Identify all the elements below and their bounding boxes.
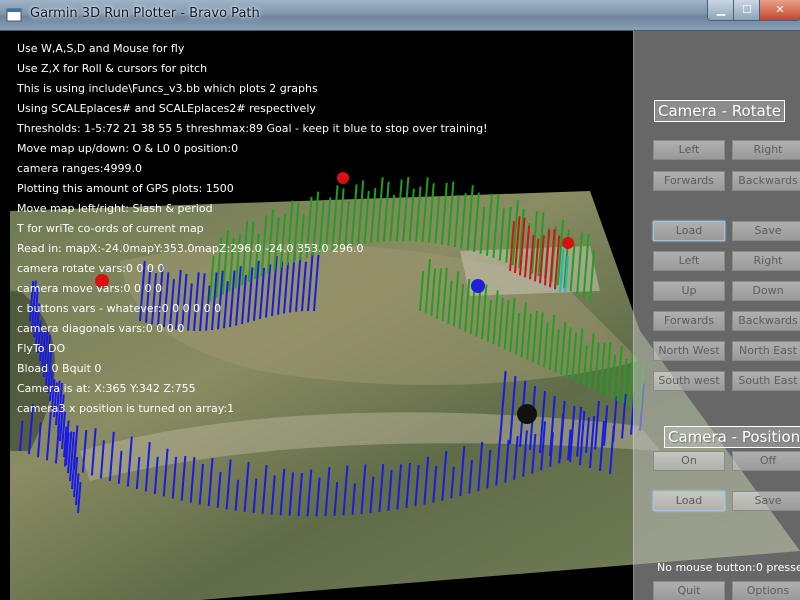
black-marker: [517, 404, 537, 424]
info-line: Camera is at: X:365 Y:342 Z:755: [17, 382, 196, 395]
move-left-button[interactable]: Left: [653, 251, 725, 271]
maximize-button[interactable]: ☐: [733, 0, 761, 21]
move-forwards-button[interactable]: Forwards: [653, 311, 725, 331]
info-line: camera3 x position is turned on array:1: [17, 402, 235, 415]
app-icon: [6, 8, 22, 22]
north-east-button[interactable]: North East: [732, 341, 800, 361]
south-east-button[interactable]: South East: [732, 371, 800, 391]
camera-position-title: Camera - Position: [664, 426, 800, 448]
south-west-button[interactable]: South west: [653, 371, 725, 391]
info-line: Bload 0 Bquit 0: [17, 362, 102, 375]
info-line: FlyTo DO: [17, 342, 66, 355]
info-line: Read in: mapX:-24.0mapY:353.0mapZ:296.0 …: [17, 242, 364, 255]
rotate-left-button[interactable]: Left: [653, 140, 725, 160]
title-bar[interactable]: Garmin 3D Run Plotter - Bravo Path ▁ ☐ ✕: [0, 0, 800, 31]
rotate-backwards-button[interactable]: Backwards: [732, 171, 800, 191]
save-button[interactable]: Save: [732, 221, 800, 241]
info-line: This is using include\Funcs_v3.bb which …: [17, 82, 318, 95]
move-right-button[interactable]: Right: [732, 251, 800, 271]
save-position-button[interactable]: Save: [732, 491, 800, 511]
minimize-button[interactable]: ▁: [707, 0, 735, 21]
position-on-button[interactable]: On: [653, 451, 725, 471]
options-button[interactable]: Options: [732, 581, 800, 600]
3d-viewport[interactable]: Use W,A,S,D and Mouse for fly Use Z,X for…: [0, 31, 800, 600]
info-line: camera ranges:4999.0: [17, 162, 142, 175]
info-line: Use W,A,S,D and Mouse for fly: [17, 42, 185, 55]
rotate-right-button[interactable]: Right: [732, 140, 800, 160]
info-line: Use Z,X for Roll & cursors for pitch: [17, 62, 208, 75]
maximize-icon: ☐: [742, 3, 752, 16]
quit-button[interactable]: Quit: [653, 581, 725, 600]
load-position-button[interactable]: Load: [653, 491, 725, 511]
info-line: Move map up/down: O & L0 0 position:0: [17, 142, 239, 155]
info-line: Thresholds: 1-5:72 21 38 55 5 threshmax:…: [17, 122, 488, 135]
close-icon: ✕: [775, 3, 785, 16]
position-off-button[interactable]: Off: [732, 451, 800, 471]
info-line: c buttons vars - whatever:0 0 0 0 0 0: [17, 302, 222, 315]
info-line: camera move vars:0 0 0 0: [17, 282, 162, 295]
red-marker-right: [562, 237, 574, 249]
close-button[interactable]: ✕: [759, 0, 800, 21]
info-line: camera diagonals vars:0 0 0 0: [17, 322, 185, 335]
info-overlay: Use W,A,S,D and Mouse for fly Use Z,X for…: [17, 39, 487, 419]
move-up-button[interactable]: Up: [653, 281, 725, 301]
info-line: Using SCALEplaces# and SCALEplaces2# res…: [17, 102, 316, 115]
control-panel: Camera - Rotate Left Right Forwards Back…: [633, 31, 800, 600]
info-line: T for wriTe co-ords of current map: [17, 222, 204, 235]
minimize-icon: ▁: [716, 3, 726, 16]
info-line: Plotting this amount of GPS plots: 1500: [17, 182, 234, 195]
info-line: Move map left/right: Slash & period: [17, 202, 213, 215]
camera-rotate-title: Camera - Rotate: [654, 100, 785, 122]
window-title: Garmin 3D Run Plotter - Bravo Path: [30, 6, 260, 21]
load-button[interactable]: Load: [653, 221, 725, 241]
move-down-button[interactable]: Down: [732, 281, 800, 301]
mouse-status-text: No mouse button:0 pressed!: [657, 561, 800, 574]
info-line: camera rotate vars:0 0 0 0: [17, 262, 165, 275]
rotate-forwards-button[interactable]: Forwards: [653, 171, 725, 191]
move-backwards-button[interactable]: Backwards: [732, 311, 800, 331]
north-west-button[interactable]: North West: [653, 341, 725, 361]
